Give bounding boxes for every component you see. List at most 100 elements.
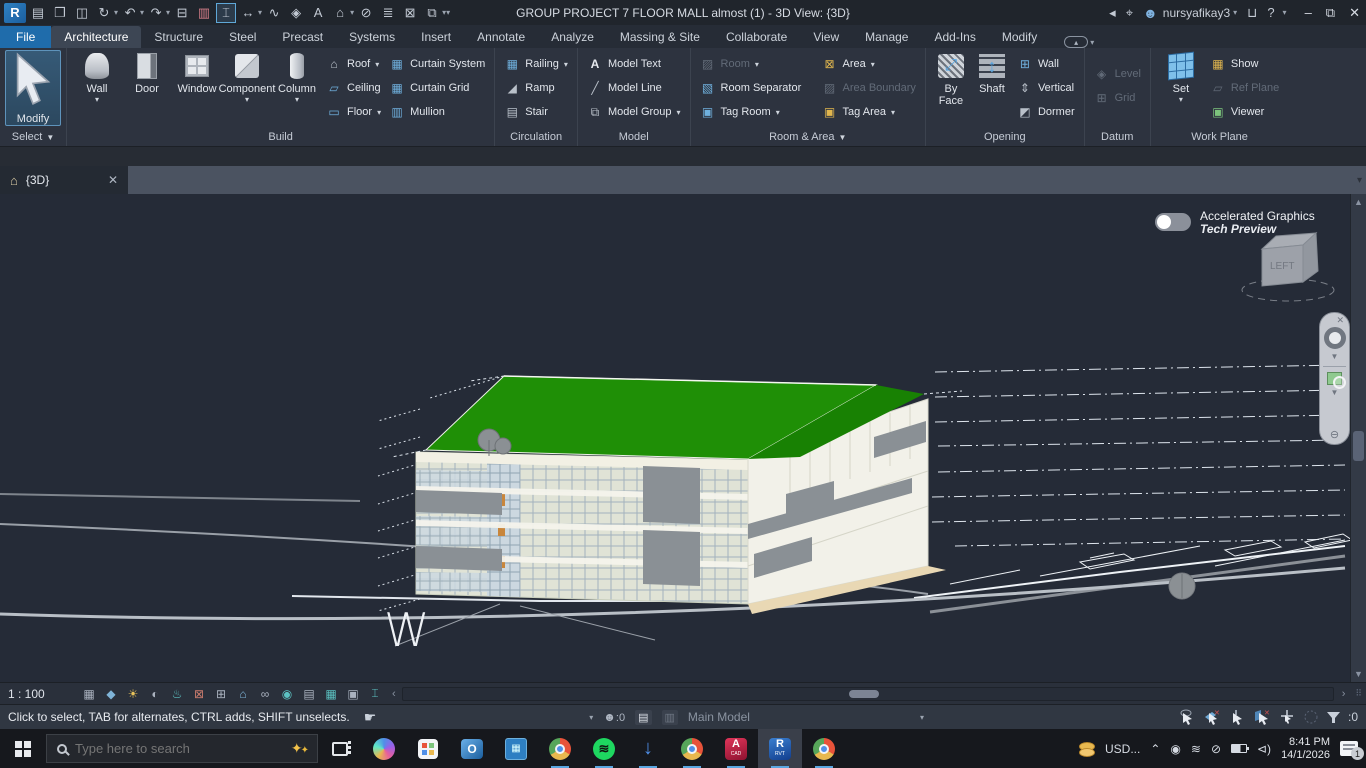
view-tab-close-icon[interactable]: ✕ xyxy=(108,173,118,187)
select-elements-by-face-toggle[interactable]: ✕ xyxy=(1253,709,1271,725)
tab-steel[interactable]: Steel xyxy=(216,26,269,48)
spline-icon[interactable]: ∿ xyxy=(264,3,284,23)
opening-by-face-button[interactable]: By Face xyxy=(931,50,971,107)
horizontal-scroll-thumb[interactable] xyxy=(849,690,879,698)
tab-collaborate[interactable]: Collaborate xyxy=(713,26,800,48)
roof-button[interactable]: ⌂Roof▾ xyxy=(322,52,385,76)
ramp-button[interactable]: ◢Ramp xyxy=(500,76,572,100)
help-dropdown[interactable]: ▾ xyxy=(1283,8,1287,17)
tab-file[interactable]: File xyxy=(0,26,51,48)
hidden-icons-caret[interactable]: ⌃ xyxy=(1150,742,1160,756)
viewer-button[interactable]: ▣Viewer xyxy=(1206,100,1283,124)
background-processes[interactable] xyxy=(1303,709,1319,725)
tab-insert[interactable]: Insert xyxy=(408,26,464,48)
navbar-close-icon[interactable]: ✕ xyxy=(1336,316,1344,325)
cart-icon[interactable]: ⊔ xyxy=(1247,5,1257,21)
start-button[interactable] xyxy=(0,729,46,768)
revit-logo-icon[interactable]: R xyxy=(4,3,26,23)
navbar-menu-icon[interactable]: ⊖ xyxy=(1330,428,1339,441)
drawing-area[interactable]: W LEFT Accelerated Graphics Tech Preview… xyxy=(0,194,1366,682)
curtain-grid-button[interactable]: ▦Curtain Grid xyxy=(385,76,489,100)
steering-wheel-icon[interactable] xyxy=(1324,327,1346,349)
column-button[interactable]: Column▾ xyxy=(272,50,322,104)
tab-add-ins[interactable]: Add-Ins xyxy=(921,26,988,48)
undo-dropdown[interactable]: ▾ xyxy=(140,8,144,17)
panel-label-select[interactable]: Select▼ xyxy=(5,128,61,146)
vertical-scrollbar[interactable]: ▲ ▼ xyxy=(1350,194,1366,682)
temporary-hide-isolate-icon[interactable]: ∞ xyxy=(254,687,276,701)
close-hidden-windows-icon[interactable]: ▥ xyxy=(194,3,214,23)
hscroll-left-icon[interactable]: ‹ xyxy=(386,688,402,700)
ribbon-cycle-dropdown[interactable]: ▾ xyxy=(1090,38,1094,47)
chrome-button-3[interactable] xyxy=(802,729,846,768)
select-links-toggle[interactable] xyxy=(1178,709,1196,725)
model-text-button[interactable]: AModel Text xyxy=(583,52,685,76)
tab-modify[interactable]: Modify xyxy=(989,26,1050,48)
shadows-icon[interactable]: ◐ xyxy=(144,687,166,701)
customize-qat-icon[interactable]: ▾ xyxy=(446,8,450,17)
tab-architecture[interactable]: Architecture xyxy=(51,26,141,48)
worksets-caret[interactable]: ▾ xyxy=(589,713,593,722)
detail-level-icon[interactable]: ▦ xyxy=(78,687,100,701)
tag-room-button[interactable]: ▣Tag Room▾ xyxy=(696,100,818,124)
navigation-bar[interactable]: ✕ ▼ ▼ ⊖ xyxy=(1319,312,1350,445)
floor-button[interactable]: ▭Floor▾ xyxy=(322,100,385,124)
tab-annotate[interactable]: Annotate xyxy=(464,26,538,48)
minimize-button[interactable]: – xyxy=(1305,5,1312,21)
tab-manage[interactable]: Manage xyxy=(852,26,921,48)
open-icon[interactable]: ❒ xyxy=(50,3,70,23)
tag-by-category-icon[interactable]: ◈ xyxy=(286,3,306,23)
default-3d-view-icon[interactable]: ⌂ xyxy=(330,3,350,23)
dormer-button[interactable]: ◩Dormer xyxy=(1013,100,1079,124)
3d-model-view[interactable]: W LEFT xyxy=(0,194,1366,682)
redo-icon[interactable]: ↷ xyxy=(146,3,166,23)
scroll-up-icon[interactable]: ▲ xyxy=(1354,194,1363,210)
highlight-displacement-sets-icon[interactable]: ▣ xyxy=(342,687,364,701)
tab-precast[interactable]: Precast xyxy=(269,26,336,48)
properties-icon[interactable]: ▤ xyxy=(28,3,48,23)
railing-button[interactable]: ▦Railing▾ xyxy=(500,52,572,76)
wifi-icon[interactable]: ≋ xyxy=(1191,742,1201,756)
search-input[interactable] xyxy=(75,741,283,756)
account-menu[interactable]: ☻ nursyafikay3 ▾ xyxy=(1143,5,1237,21)
measure-icon[interactable]: ⌶ xyxy=(216,3,236,23)
reveal-hidden-elements-icon[interactable]: ◉ xyxy=(276,687,298,701)
model-line-button[interactable]: ╱Model Line xyxy=(583,76,685,100)
editable-only-indicator[interactable]: ☻:0 xyxy=(603,710,625,724)
wall-button[interactable]: Wall▾ xyxy=(72,50,122,104)
dimension-dropdown[interactable]: ▾ xyxy=(258,8,262,17)
screen-recorder-icon[interactable]: ◉ xyxy=(1170,742,1180,756)
unlocked-3d-view-icon[interactable]: ⌂ xyxy=(232,687,254,701)
door-button[interactable]: Door xyxy=(122,50,172,95)
accelerated-graphics-toggle[interactable] xyxy=(1155,213,1191,231)
shaft-button[interactable]: Shaft xyxy=(971,50,1013,95)
crop-view-icon[interactable]: ⊠ xyxy=(188,687,210,701)
tab-structure[interactable]: Structure xyxy=(141,26,216,48)
stair-button[interactable]: ▤Stair xyxy=(500,100,572,124)
home-icon[interactable]: ⌂ xyxy=(10,173,18,188)
taskbar-search[interactable]: ✦✦ xyxy=(46,734,318,763)
search-icon[interactable]: ⌖ xyxy=(1126,5,1133,21)
show-work-plane-button[interactable]: ▦Show xyxy=(1206,52,1283,76)
print-icon[interactable]: ⊟ xyxy=(172,3,192,23)
wall-opening-button[interactable]: ⊞Wall xyxy=(1013,52,1079,76)
visual-style-icon[interactable]: ◆ xyxy=(100,687,122,701)
active-design-option[interactable]: Main Model xyxy=(688,710,750,724)
3d-view-dropdown[interactable]: ▾ xyxy=(350,8,354,17)
save-icon[interactable]: ◫ xyxy=(72,3,92,23)
select-pinned-elements-toggle[interactable] xyxy=(1228,709,1246,725)
worksets-icon[interactable]: ▤ xyxy=(635,710,651,725)
mullion-button[interactable]: ▥Mullion xyxy=(385,100,489,124)
aligned-dimension-icon[interactable]: ↔ xyxy=(238,3,258,23)
room-button[interactable]: ▨Room▾ xyxy=(696,52,818,76)
hscroll-right-icon[interactable]: › xyxy=(1336,688,1352,700)
volume-icon[interactable]: ⊲) xyxy=(1257,742,1271,756)
battery-icon[interactable] xyxy=(1231,744,1247,753)
switch-windows-icon[interactable]: ⧉ xyxy=(422,3,442,23)
grid-button[interactable]: ⊞Grid xyxy=(1090,86,1145,110)
onedrive-paused-icon[interactable]: ⊘ xyxy=(1211,742,1221,756)
horizontal-scrollbar[interactable] xyxy=(402,687,1334,701)
blue-app-button[interactable]: ▦ xyxy=(494,729,538,768)
curtain-system-button[interactable]: ▦Curtain System xyxy=(385,52,489,76)
sun-path-icon[interactable]: ☀ xyxy=(122,687,144,701)
